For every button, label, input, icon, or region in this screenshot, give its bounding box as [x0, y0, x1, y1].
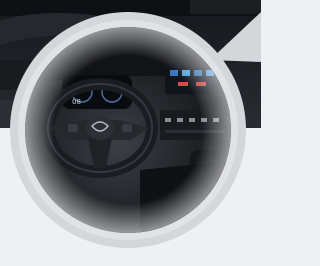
- dashboard-photo: 08: [0, 0, 261, 266]
